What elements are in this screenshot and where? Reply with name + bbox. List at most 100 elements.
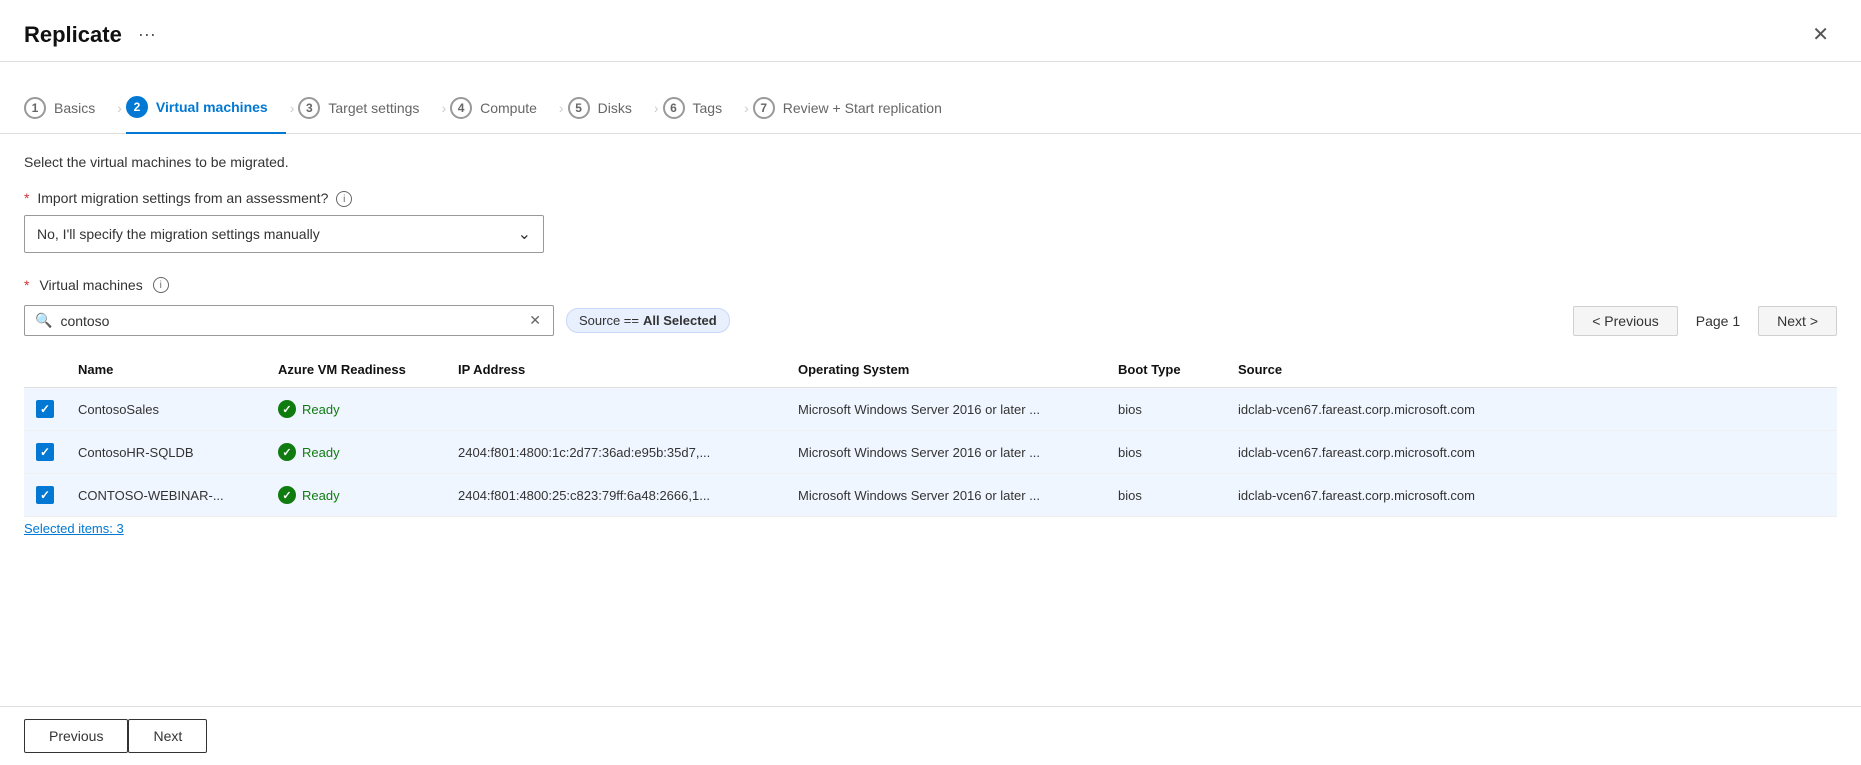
row-checkbox-2[interactable]: ✓: [36, 486, 54, 504]
separator-6: ›: [740, 100, 753, 116]
filter-prefix: Source ==: [579, 313, 639, 328]
row-source-0: idclab-vcen67.fareast.corp.microsoft.com: [1226, 388, 1837, 431]
row-os-1: Microsoft Windows Server 2016 or later .…: [786, 431, 1106, 474]
vm-required-star: *: [24, 277, 29, 293]
checkmark-icon: ✓: [40, 445, 50, 459]
row-ip-2: 2404:f801:4800:25:c823:79ff:6a48:2666,1.…: [446, 474, 786, 517]
table-row: ✓ ContosoSales ✓ Ready Microsoft Windows…: [24, 388, 1837, 431]
row-checkbox-1[interactable]: ✓: [36, 443, 54, 461]
vm-section: * Virtual machines i 🔍 ✕ Source == All S…: [24, 277, 1837, 536]
import-info-icon[interactable]: i: [336, 191, 352, 207]
vm-table: Name Azure VM Readiness IP Address Opera…: [24, 352, 1837, 517]
vm-info-icon[interactable]: i: [153, 277, 169, 293]
step-label-basics: Basics: [54, 100, 95, 116]
separator-2: ›: [286, 100, 299, 116]
readiness-text-0: Ready: [302, 402, 340, 417]
row-checkbox-cell: ✓: [24, 431, 66, 474]
ellipsis-button[interactable]: ···: [132, 22, 162, 47]
search-filter-row: 🔍 ✕ Source == All Selected < Previous Pa…: [24, 305, 1837, 336]
readiness-text-1: Ready: [302, 445, 340, 460]
row-source-1: idclab-vcen67.fareast.corp.microsoft.com: [1226, 431, 1837, 474]
vm-section-label: * Virtual machines i: [24, 277, 1837, 293]
next-page-button[interactable]: Next >: [1758, 306, 1837, 336]
import-field-label: * Import migration settings from an asse…: [24, 190, 1837, 207]
selected-count-link[interactable]: Selected items: 3: [24, 521, 1837, 536]
ready-icon-0: ✓: [278, 400, 296, 418]
search-input[interactable]: [60, 313, 527, 329]
bottom-previous-button[interactable]: Previous: [24, 719, 128, 753]
row-boot-2: bios: [1106, 474, 1226, 517]
main-content: Select the virtual machines to be migrat…: [0, 134, 1861, 556]
col-header-name: Name: [66, 352, 266, 388]
step-disks[interactable]: 5 Disks: [568, 83, 650, 133]
previous-page-button[interactable]: < Previous: [1573, 306, 1678, 336]
ready-icon-2: ✓: [278, 486, 296, 504]
row-boot-1: bios: [1106, 431, 1226, 474]
table-body: ✓ ContosoSales ✓ Ready Microsoft Windows…: [24, 388, 1837, 517]
step-circle-1: 1: [24, 97, 46, 119]
step-virtual-machines[interactable]: 2 Virtual machines: [126, 82, 286, 134]
step-circle-3: 3: [298, 97, 320, 119]
search-box[interactable]: 🔍 ✕: [24, 305, 554, 336]
import-dropdown-value: No, I'll specify the migration settings …: [37, 226, 320, 242]
step-basics[interactable]: 1 Basics: [24, 83, 113, 133]
bottom-next-button[interactable]: Next: [128, 719, 207, 753]
separator-3: ›: [437, 100, 450, 116]
row-readiness-1: ✓ Ready: [266, 431, 446, 474]
col-header-source: Source: [1226, 352, 1837, 388]
row-boot-0: bios: [1106, 388, 1226, 431]
row-checkbox-cell: ✓: [24, 388, 66, 431]
top-bar: Replicate ··· ✕: [0, 0, 1861, 62]
import-dropdown[interactable]: No, I'll specify the migration settings …: [24, 215, 544, 253]
step-label-tags: Tags: [693, 100, 723, 116]
step-label-vms: Virtual machines: [156, 99, 268, 115]
row-ip-1: 2404:f801:4800:1c:2d77:36ad:e95b:35d7,..…: [446, 431, 786, 474]
ready-icon-1: ✓: [278, 443, 296, 461]
filter-tag[interactable]: Source == All Selected: [566, 308, 730, 333]
step-label-review: Review + Start replication: [783, 100, 942, 116]
search-clear-button[interactable]: ✕: [527, 312, 543, 329]
step-target-settings[interactable]: 3 Target settings: [298, 83, 437, 133]
step-circle-2: 2: [126, 96, 148, 118]
checkmark-icon: ✓: [40, 488, 50, 502]
row-os-2: Microsoft Windows Server 2016 or later .…: [786, 474, 1106, 517]
table-header-row: Name Azure VM Readiness IP Address Opera…: [24, 352, 1837, 388]
separator-4: ›: [555, 100, 568, 116]
dropdown-arrow-icon: ⌄: [518, 224, 531, 244]
wizard-steps: 1 Basics › 2 Virtual machines › 3 Target…: [0, 62, 1861, 134]
row-name-2: CONTOSO-WEBINAR-...: [66, 474, 266, 517]
row-name-1: ContosoHR-SQLDB: [66, 431, 266, 474]
bottom-nav: Previous Next: [0, 706, 1861, 765]
row-name-0: ContosoSales: [66, 388, 266, 431]
search-icon: 🔍: [35, 312, 52, 329]
table-row: ✓ ContosoHR-SQLDB ✓ Ready 2404:f801:4800…: [24, 431, 1837, 474]
checkmark-icon: ✓: [40, 402, 50, 416]
vm-label-text: Virtual machines: [39, 277, 142, 293]
step-circle-5: 5: [568, 97, 590, 119]
col-header-os: Operating System: [786, 352, 1106, 388]
step-compute[interactable]: 4 Compute: [450, 83, 555, 133]
col-header-checkbox: [24, 352, 66, 388]
row-readiness-2: ✓ Ready: [266, 474, 446, 517]
row-os-0: Microsoft Windows Server 2016 or later .…: [786, 388, 1106, 431]
separator-1: ›: [113, 100, 126, 116]
filter-value: All Selected: [643, 313, 717, 328]
import-label-text: Import migration settings from an assess…: [37, 190, 328, 206]
readiness-text-2: Ready: [302, 488, 340, 503]
row-checkbox-0[interactable]: ✓: [36, 400, 54, 418]
step-circle-6: 6: [663, 97, 685, 119]
required-star: *: [24, 190, 29, 206]
table-header: Name Azure VM Readiness IP Address Opera…: [24, 352, 1837, 388]
row-source-2: idclab-vcen67.fareast.corp.microsoft.com: [1226, 474, 1837, 517]
close-button[interactable]: ✕: [1804, 18, 1837, 51]
step-tags[interactable]: 6 Tags: [663, 83, 741, 133]
page-indicator: Page 1: [1686, 313, 1750, 329]
step-label-target: Target settings: [328, 100, 419, 116]
row-ip-0: [446, 388, 786, 431]
page-description: Select the virtual machines to be migrat…: [24, 154, 1837, 170]
step-review[interactable]: 7 Review + Start replication: [753, 83, 960, 133]
step-label-compute: Compute: [480, 100, 537, 116]
top-bar-left: Replicate ···: [24, 22, 162, 48]
col-header-boot: Boot Type: [1106, 352, 1226, 388]
page-title: Replicate: [24, 22, 122, 48]
